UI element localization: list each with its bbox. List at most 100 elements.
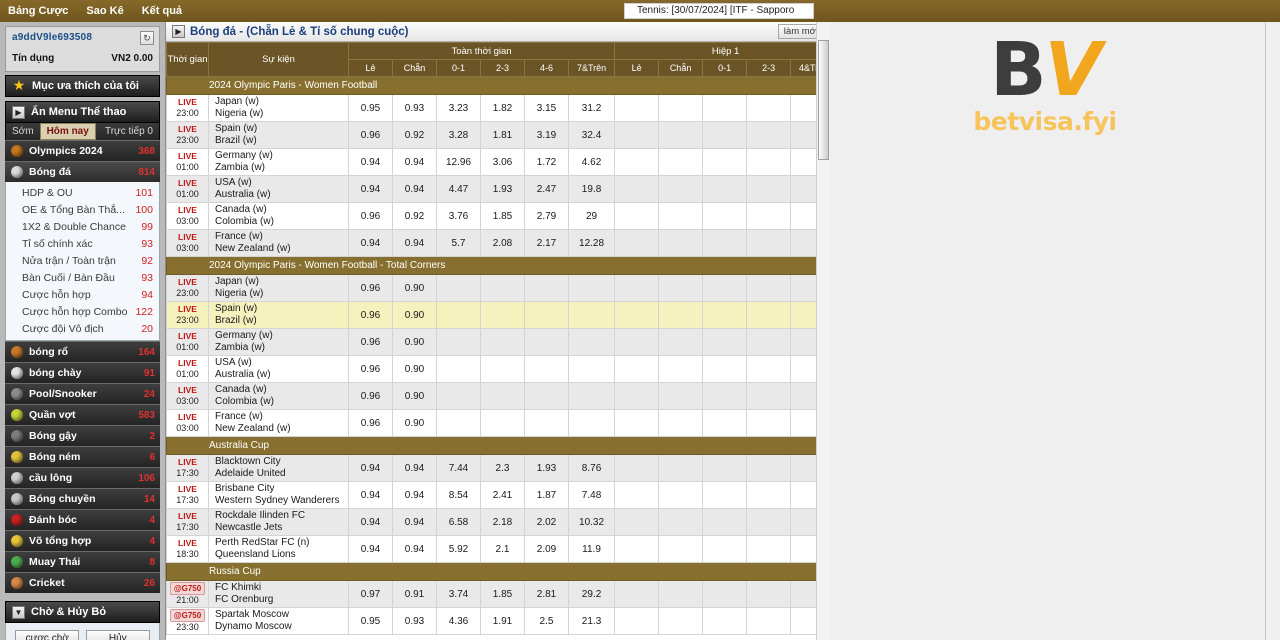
- odds-cell-fulltime-1[interactable]: 0.92: [392, 121, 437, 149]
- event-name-cell[interactable]: Rockdale Ilinden FC Newcastle Jets: [208, 508, 349, 536]
- table-row[interactable]: LIVE 23:00 Japan (w) Nigeria (w) 0.95 0.93 3.2…: [166, 94, 838, 122]
- table-row[interactable]: LIVE 03:00 France (w) New Zealand (w) 0.94 0.…: [166, 229, 838, 257]
- menu-item-sao-ke[interactable]: Sao Kê: [86, 5, 123, 17]
- odds-cell-fulltime-1[interactable]: 0.94: [392, 535, 437, 563]
- sidebar-item-correct-score[interactable]: Tỉ số chính xác 93: [6, 235, 159, 252]
- odds-cell-fulltime-4[interactable]: 3.19: [524, 121, 569, 149]
- sidebar-item-tennis[interactable]: Quần vợt 583: [5, 404, 160, 425]
- event-name-cell[interactable]: Blacktown City Adelaide United: [208, 454, 349, 482]
- odds-cell-fulltime-1[interactable]: 0.90: [392, 409, 437, 437]
- odds-cell-fulltime-4[interactable]: 2.81: [524, 580, 569, 608]
- event-name-cell[interactable]: Spain (w) Brazil (w): [208, 301, 349, 329]
- odds-cell-fulltime-2[interactable]: 4.47: [436, 175, 481, 203]
- table-row[interactable]: LIVE 01:00 USA (w) Australia (w) 0.96 0.90: [166, 355, 838, 383]
- odds-cell-fulltime-2[interactable]: 3.28: [436, 121, 481, 149]
- odds-cell-fulltime-3[interactable]: 2.41: [480, 481, 525, 509]
- odds-cell-fulltime-0[interactable]: 0.95: [348, 607, 393, 635]
- table-row[interactable]: LIVE 23:00 Japan (w) Nigeria (w) 0.96 0.90: [166, 274, 838, 302]
- table-row[interactable]: LIVE 23:00 Spain (w) Brazil (w) 0.96 0.92 3.28…: [166, 121, 838, 149]
- table-row[interactable]: LIVE 03:00 Canada (w) Colombia (w) 0.96 0.92 3…: [166, 202, 838, 230]
- sidebar-item-1x2[interactable]: 1X2 & Double Chance 99: [6, 218, 159, 235]
- odds-cell-fulltime-3[interactable]: 2.18: [480, 508, 525, 536]
- odds-cell-fulltime-0[interactable]: 0.94: [348, 535, 393, 563]
- odds-cell-fulltime-3[interactable]: 1.85: [480, 580, 525, 608]
- odds-cell-fulltime-3[interactable]: 1.93: [480, 175, 525, 203]
- odds-cell-fulltime-1[interactable]: 0.94: [392, 229, 437, 257]
- event-name-cell[interactable]: FC Khimki FC Orenburg: [208, 580, 349, 608]
- sidebar-item-last-first-goal[interactable]: Bàn Cuối / Bàn Đầu 93: [6, 269, 159, 286]
- tab-truc-tiep[interactable]: Trực tiếp 0: [99, 124, 159, 139]
- odds-cell-fulltime-4[interactable]: 1.93: [524, 454, 569, 482]
- menu-item-bang-cuoc[interactable]: Bảng Cược: [8, 5, 68, 17]
- odds-cell-fulltime-5[interactable]: 29.2: [567, 580, 616, 608]
- sidebar-item-volleyball[interactable]: Bóng chuyền 14: [5, 488, 160, 509]
- table-row[interactable]: LIVE 17:30 Rockdale Ilinden FC Newcastle Je…: [166, 508, 838, 536]
- sidebar-item-muay-thai[interactable]: Muay Thái 8: [5, 551, 160, 572]
- odds-cell-fulltime-3[interactable]: 2.1: [480, 535, 525, 563]
- odds-cell-fulltime-0[interactable]: 0.96: [348, 328, 393, 356]
- odds-cell-fulltime-2[interactable]: 5.7: [436, 229, 481, 257]
- event-name-cell[interactable]: Japan (w) Nigeria (w): [208, 94, 349, 122]
- odds-cell-fulltime-1[interactable]: 0.93: [392, 607, 437, 635]
- odds-cell-fulltime-5[interactable]: 21.3: [567, 607, 616, 635]
- odds-cell-fulltime-1[interactable]: 0.94: [392, 454, 437, 482]
- favorites-button[interactable]: ★ Mục ưa thích của tôi: [5, 75, 160, 97]
- tab-som[interactable]: Sớm: [6, 124, 40, 139]
- main-scrollbar[interactable]: [816, 22, 830, 640]
- odds-cell-fulltime-1[interactable]: 0.90: [392, 382, 437, 410]
- odds-cell-fulltime-1[interactable]: 0.93: [392, 94, 437, 122]
- sidebar-item-badminton[interactable]: cầu lông 106: [5, 467, 160, 488]
- odds-cell-fulltime-1[interactable]: 0.90: [392, 355, 437, 383]
- sidebar-item-mix-parlay[interactable]: Cược hỗn hợp 94: [6, 286, 159, 303]
- odds-cell-fulltime-0[interactable]: 0.94: [348, 175, 393, 203]
- odds-cell-fulltime-3[interactable]: 2.08: [480, 229, 525, 257]
- odds-cell-fulltime-4[interactable]: 1.72: [524, 148, 569, 176]
- sidebar-item-hdp-ou[interactable]: HDP & OU 101: [6, 184, 159, 201]
- odds-cell-fulltime-2[interactable]: 3.74: [436, 580, 481, 608]
- odds-cell-fulltime-5[interactable]: 10.32: [567, 508, 616, 536]
- odds-cell-fulltime-0[interactable]: 0.96: [348, 301, 393, 329]
- table-row[interactable]: LIVE 23:00 Spain (w) Brazil (w) 0.96 0.90: [166, 301, 838, 329]
- odds-cell-fulltime-0[interactable]: 0.97: [348, 580, 393, 608]
- odds-cell-fulltime-1[interactable]: 0.94: [392, 175, 437, 203]
- sidebar-item-outright[interactable]: Cược đội Vô địch 20: [6, 320, 159, 337]
- odds-cell-fulltime-4[interactable]: 2.02: [524, 508, 569, 536]
- sidebar-item-baseball[interactable]: bóng chày 91: [5, 362, 160, 383]
- odds-cell-fulltime-4[interactable]: 2.5: [524, 607, 569, 635]
- menu-item-ket-qua[interactable]: Kết quả: [142, 5, 182, 17]
- odds-cell-fulltime-0[interactable]: 0.94: [348, 148, 393, 176]
- sidebar-item-basketball[interactable]: bóng rổ 164: [5, 341, 160, 362]
- odds-cell-fulltime-4[interactable]: 2.79: [524, 202, 569, 230]
- sidebar-item-boxing[interactable]: Đánh bóc 4: [5, 509, 160, 530]
- odds-cell-fulltime-1[interactable]: 0.91: [392, 580, 437, 608]
- odds-cell-fulltime-1[interactable]: 0.90: [392, 274, 437, 302]
- odds-cell-fulltime-0[interactable]: 0.96: [348, 274, 393, 302]
- event-name-cell[interactable]: Spain (w) Brazil (w): [208, 121, 349, 149]
- odds-cell-fulltime-2[interactable]: 4.36: [436, 607, 481, 635]
- odds-cell-fulltime-1[interactable]: 0.94: [392, 148, 437, 176]
- event-name-cell[interactable]: Canada (w) Colombia (w): [208, 382, 349, 410]
- odds-cell-fulltime-5[interactable]: 11.9: [567, 535, 616, 563]
- event-name-cell[interactable]: Spartak Moscow Dynamo Moscow: [208, 607, 349, 635]
- sidebar-item-half-full[interactable]: Nửa trận / Toàn trận 92: [6, 252, 159, 269]
- odds-cell-fulltime-3[interactable]: 3.06: [480, 148, 525, 176]
- odds-cell-fulltime-4[interactable]: 2.47: [524, 175, 569, 203]
- odds-cell-fulltime-5[interactable]: 29: [567, 202, 616, 230]
- odds-cell-fulltime-4[interactable]: 1.87: [524, 481, 569, 509]
- odds-cell-fulltime-3[interactable]: 2.3: [480, 454, 525, 482]
- event-name-cell[interactable]: Germany (w) Zambia (w): [208, 148, 349, 176]
- odds-cell-fulltime-3[interactable]: 1.85: [480, 202, 525, 230]
- tab-hom-nay[interactable]: Hôm nay: [39, 123, 96, 140]
- odds-cell-fulltime-0[interactable]: 0.96: [348, 355, 393, 383]
- odds-cell-fulltime-2[interactable]: 12.96: [436, 148, 481, 176]
- hide-sport-menu-button[interactable]: ▶ Ẩn Menu Thể thao: [5, 101, 160, 123]
- odds-cell-fulltime-5[interactable]: 12.28: [567, 229, 616, 257]
- cancel-button[interactable]: Hủy: [85, 629, 150, 640]
- sidebar-item-olympics[interactable]: Olympics 2024 368: [5, 140, 160, 161]
- odds-cell-fulltime-5[interactable]: 19.8: [567, 175, 616, 203]
- odds-cell-fulltime-4[interactable]: 2.09: [524, 535, 569, 563]
- odds-cell-fulltime-1[interactable]: 0.94: [392, 481, 437, 509]
- odds-cell-fulltime-0[interactable]: 0.96: [348, 121, 393, 149]
- event-name-cell[interactable]: USA (w) Australia (w): [208, 355, 349, 383]
- event-name-cell[interactable]: France (w) New Zealand (w): [208, 409, 349, 437]
